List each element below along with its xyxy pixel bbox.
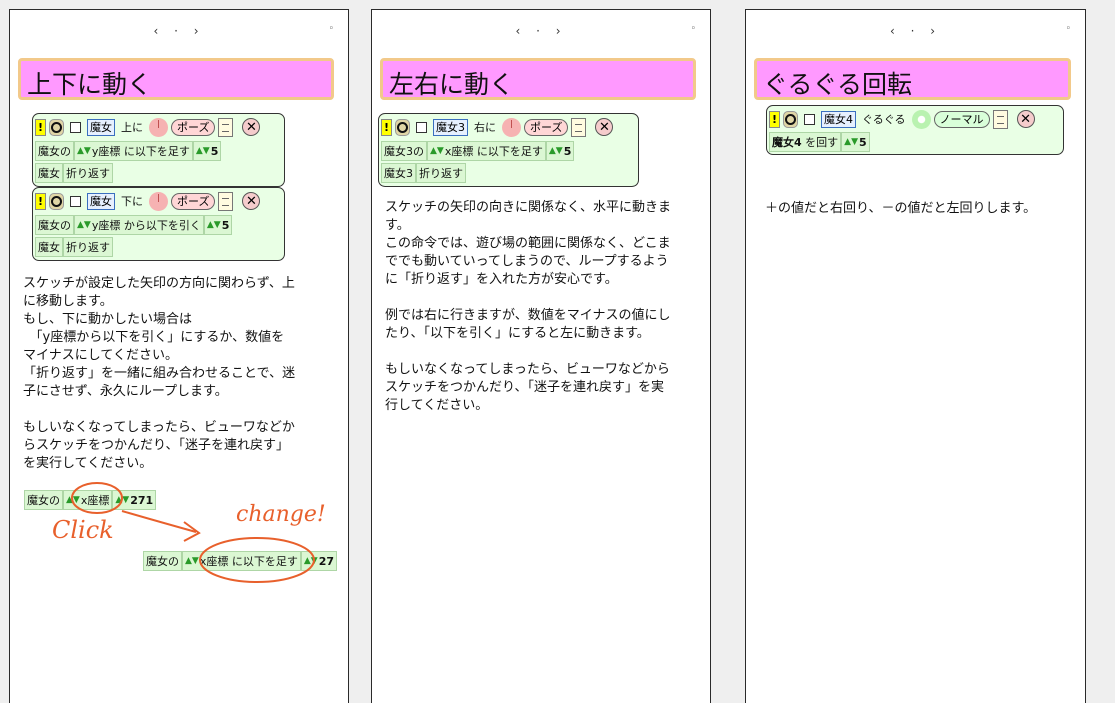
- stepper-arrows-icon[interactable]: ▲▼: [549, 147, 563, 156]
- page-menu-icon[interactable]: ◦: [691, 24, 696, 34]
- object-name: 魔女4: [821, 110, 856, 128]
- text-line: に「折り返す」を入れた方が安心です。: [385, 272, 618, 287]
- text-line: 行してください。: [385, 398, 489, 413]
- command-label: を回す: [805, 136, 839, 149]
- text-line: ででも動いていってしまうので、ループするよう: [385, 254, 669, 269]
- page-title-band: 左右に動く: [380, 58, 696, 100]
- next-page-icon[interactable]: ›: [556, 24, 567, 38]
- command-tile[interactable]: ▲▼ x座標 に以下を足す: [427, 141, 546, 161]
- nav-dot-icon: ·: [910, 24, 921, 38]
- page-nav[interactable]: ‹ · ›: [746, 24, 1085, 38]
- text-line: たり、「以下を引く」にすると左に動きます。: [385, 326, 650, 341]
- script-checkbox[interactable]: [804, 113, 815, 125]
- close-script-button[interactable]: ✕: [595, 118, 614, 136]
- text-line: スケッチの矢印の向きに関係なく、水平に動きま: [385, 200, 672, 215]
- script-checkbox[interactable]: [416, 121, 427, 133]
- page-3: ‹ · › ◦ ぐるぐる回転 ! 魔女4 ぐるぐる ノーマル ✕ 魔女4 を回す…: [745, 9, 1086, 703]
- command-row[interactable]: 魔女3の ▲▼ x座標 に以下を足す ▲▼ 5: [381, 141, 575, 161]
- page-1: ‹ · › ◦ 上下に動く ! 魔女 上に ポーズ ✕ 魔女の ▲▼ y座標 に以…: [9, 9, 349, 703]
- object-tile[interactable]: 魔女3の: [381, 141, 427, 161]
- change-annotation: change!: [236, 502, 326, 527]
- stepper-arrows-icon[interactable]: ▲▼: [430, 147, 444, 156]
- script-header: ! 魔女3 右に ポーズ ✕: [381, 117, 614, 137]
- next-page-icon[interactable]: ›: [930, 24, 941, 38]
- script-menu-icon[interactable]: [571, 117, 587, 137]
- page-2: ‹ · › ◦ 左右に動く ! 魔女3 右に ポーズ ✕ 魔女3の ▲▼ x座標 …: [371, 9, 711, 703]
- status-eye-icon[interactable]: [395, 118, 410, 136]
- value-label: 5: [859, 135, 867, 149]
- value-label: 5: [563, 144, 572, 158]
- normal-mode-button[interactable]: ノーマル: [933, 110, 990, 128]
- text-line: もしいなくなってしまったら、ビューワなどから: [385, 362, 670, 377]
- page-title-band: ぐるぐる回転: [754, 58, 1071, 100]
- pose-button[interactable]: ポーズ: [524, 118, 569, 136]
- value-tile[interactable]: ▲▼ 5: [841, 132, 870, 152]
- page-menu-icon[interactable]: ◦: [1066, 24, 1071, 34]
- prev-page-icon[interactable]: ‹: [890, 24, 901, 38]
- description-text: ＋の値だと右回り、－の値だと左回りします。: [765, 200, 1036, 218]
- command-label: x座標 に以下を足す: [444, 145, 543, 158]
- loop-row[interactable]: 魔女3 折り返す: [381, 163, 466, 183]
- object-tile[interactable]: 魔女3: [381, 163, 416, 183]
- prev-page-icon[interactable]: ‹: [515, 24, 526, 38]
- page-nav[interactable]: ‹ · ›: [372, 24, 710, 38]
- bounce-command-tile[interactable]: 折り返す: [416, 163, 466, 183]
- stepper-arrows-icon[interactable]: ▲▼: [844, 138, 858, 147]
- close-script-button[interactable]: ✕: [1016, 110, 1035, 128]
- text-line: す。: [385, 218, 410, 233]
- description-text: スケッチの矢印の向きに関係なく、水平に動きま す。 この命令では、遊び場の範囲に…: [385, 199, 671, 415]
- object-name: 魔女3: [433, 118, 468, 136]
- nav-dot-icon: ·: [536, 24, 546, 38]
- command-row[interactable]: 魔女4 を回す ▲▼ 5: [769, 132, 870, 152]
- script-header: ! 魔女4 ぐるぐる ノーマル ✕: [769, 109, 1035, 129]
- script-rotate[interactable]: ! 魔女4 ぐるぐる ノーマル ✕ 魔女4 を回す ▲▼ 5: [766, 105, 1064, 155]
- click-annotation: Click: [52, 516, 114, 544]
- script-menu-icon[interactable]: [992, 109, 1008, 129]
- text-line: 例では右に行きますが、数値をマイナスの値にし: [385, 308, 671, 323]
- page-title: 左右に動く: [389, 70, 515, 99]
- ticking-status-icon[interactable]: [911, 109, 931, 129]
- script-name[interactable]: 右に: [474, 119, 496, 135]
- tick-once-button[interactable]: !: [769, 110, 780, 128]
- object-label: 魔女4: [772, 136, 802, 149]
- command-tile[interactable]: 魔女4 を回す: [769, 132, 842, 152]
- tick-once-button[interactable]: !: [381, 118, 392, 136]
- script-move-horizontal[interactable]: ! 魔女3 右に ポーズ ✕ 魔女3の ▲▼ x座標 に以下を足す ▲▼ 5 魔女3…: [378, 113, 639, 187]
- script-name[interactable]: ぐるぐる: [862, 111, 906, 127]
- status-eye-icon[interactable]: [783, 110, 798, 128]
- value-tile[interactable]: ▲▼ 5: [545, 141, 575, 161]
- page-title: ぐるぐる回転: [763, 70, 913, 99]
- clock-icon[interactable]: [502, 117, 521, 137]
- text-line: この命令では、遊び場の範囲に関係なく、どこま: [385, 236, 671, 251]
- text-line: ＋の値だと右回り、－の値だと左回りします。: [765, 201, 1037, 216]
- text-line: スケッチをつかんだり、「迷子を連れ戻す」を実: [385, 380, 664, 395]
